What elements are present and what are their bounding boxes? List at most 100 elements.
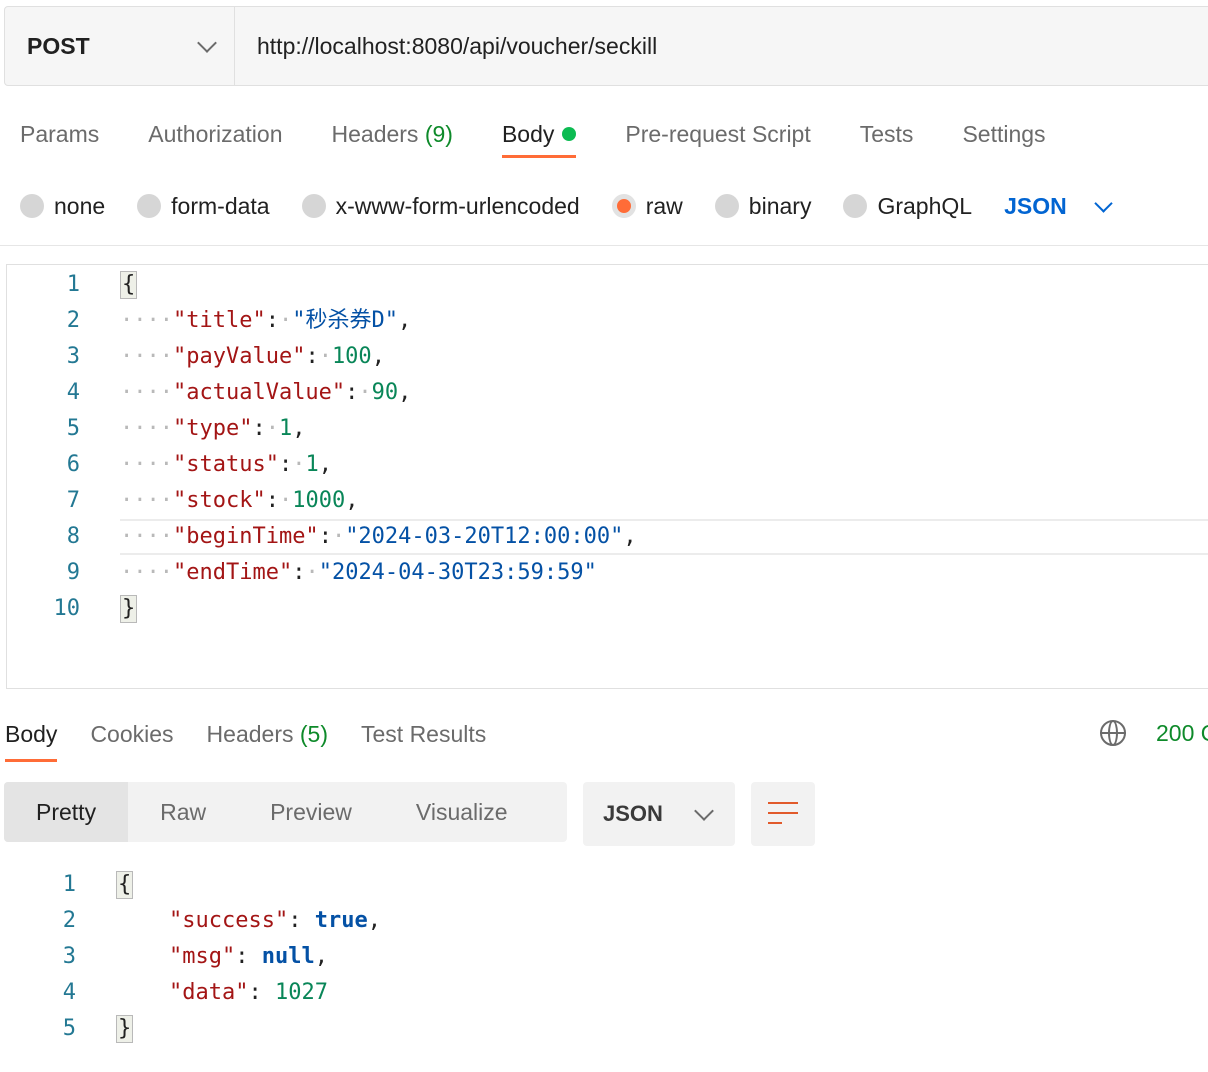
json-value: 90	[371, 380, 399, 405]
radio-binary[interactable]: binary	[714, 193, 811, 220]
line-number: 4	[62, 980, 76, 1005]
json-key: "endTime"	[172, 560, 293, 585]
view-preview[interactable]: Preview	[238, 782, 384, 842]
json-key: "actualValue"	[172, 380, 346, 405]
radio-x-www-form-urlencoded[interactable]: x-www-form-urlencoded	[301, 193, 580, 220]
response-tab-body[interactable]: Body	[5, 712, 58, 762]
chevron-down-icon	[694, 801, 714, 821]
response-tab-test-results[interactable]: Test Results	[361, 712, 486, 762]
line-number: 6	[66, 452, 80, 477]
code-line: "success": true,	[168, 908, 381, 933]
json-value: null	[261, 944, 315, 969]
open-brace: {	[120, 271, 138, 299]
chevron-down-icon	[197, 33, 217, 53]
radio-raw[interactable]: raw	[611, 193, 683, 220]
json-value: "2024-03-20T12:00:00"	[345, 524, 624, 549]
line-number: 8	[66, 524, 80, 549]
json-key: "msg"	[168, 944, 236, 969]
json-value: 1000	[292, 488, 346, 513]
json-value: true	[314, 908, 368, 933]
json-value: "2024-04-30T23:59:59"	[318, 560, 597, 585]
tab-pre-request-script[interactable]: Pre-request Script	[625, 110, 810, 158]
code-line: ····"type":·1,	[120, 416, 306, 441]
radio-circle[interactable]	[20, 194, 44, 218]
code-line: "msg": null,	[168, 944, 328, 969]
line-number: 4	[66, 380, 80, 405]
tab-headers[interactable]: Headers (9)	[332, 110, 453, 158]
code-line: ····"payValue":·100,	[120, 344, 385, 369]
close-brace: }	[120, 595, 138, 623]
response-tabs: Body Cookies Headers (5) Test Results	[5, 712, 519, 766]
json-separator: ,	[371, 344, 385, 369]
radio-circle-selected[interactable]	[611, 194, 636, 218]
json-key: "success"	[168, 908, 289, 933]
json-separator: ,	[345, 488, 359, 513]
request-body-editor[interactable]: 1 2 3 4 5 6 7 8 9 10 { ····"title":·"秒杀券…	[6, 264, 1208, 689]
response-tab-cookies[interactable]: Cookies	[90, 712, 173, 762]
response-headers-count: (5)	[299, 721, 328, 747]
json-separator: ,	[318, 452, 332, 477]
radio-none[interactable]: none	[20, 193, 105, 220]
line-number: 10	[53, 596, 81, 621]
view-pretty[interactable]: Pretty	[4, 782, 129, 842]
radio-circle[interactable]	[714, 194, 739, 218]
tab-settings[interactable]: Settings	[962, 110, 1045, 158]
radio-form-data[interactable]: form-data	[137, 193, 270, 220]
line-number: 7	[66, 488, 80, 513]
response-format-select[interactable]: JSON	[583, 782, 735, 846]
view-raw[interactable]: Raw	[128, 782, 238, 842]
json-key: "stock"	[172, 488, 266, 513]
code-line: ····"status":·1,	[120, 452, 332, 477]
body-modified-dot	[562, 127, 577, 141]
radio-circle[interactable]	[301, 194, 326, 218]
json-key: "title"	[172, 308, 266, 333]
body-format-select[interactable]: JSON	[1004, 193, 1113, 220]
line-number: 1	[66, 272, 80, 297]
code-line: ····"actualValue":·90,	[120, 380, 412, 405]
code-line: }	[116, 1011, 134, 1047]
json-separator: ,	[367, 908, 381, 933]
code-line: {	[116, 867, 134, 903]
code-line: "data": 1027	[168, 980, 328, 1005]
body-type-options: none form-data x-www-form-urlencoded raw…	[20, 186, 1113, 226]
tab-authorization[interactable]: Authorization	[148, 110, 282, 158]
line-number: 5	[66, 416, 80, 441]
code-line: ····"stock":·1000,	[120, 488, 359, 513]
line-number: 2	[66, 308, 80, 333]
request-tabs: Params Authorization Headers (9) Body Pr…	[20, 110, 1095, 170]
wrap-lines-button[interactable]	[751, 782, 815, 846]
url-input[interactable]: http://localhost:8080/api/voucher/seckil…	[235, 7, 657, 85]
chevron-down-icon	[1094, 193, 1113, 213]
json-key: "data"	[168, 980, 249, 1005]
code-line: {	[120, 267, 138, 303]
open-brace: {	[116, 871, 134, 899]
json-separator: ,	[292, 416, 306, 441]
code-line: ····"title":·"秒杀券D",	[120, 308, 412, 333]
globe-icon[interactable]	[1100, 720, 1126, 746]
json-separator: ,	[314, 944, 328, 969]
radio-circle[interactable]	[137, 194, 162, 218]
view-visualize[interactable]: Visualize	[384, 782, 540, 842]
radio-graphql[interactable]: GraphQL	[843, 193, 972, 220]
json-value: 100	[331, 344, 372, 369]
headers-count: (9)	[424, 121, 453, 147]
json-separator: ,	[397, 308, 412, 333]
response-tab-headers[interactable]: Headers (5)	[207, 712, 328, 762]
json-separator: ,	[398, 380, 412, 405]
line-number: 2	[62, 908, 76, 933]
tab-body[interactable]: Body	[501, 110, 577, 158]
line-number: 9	[66, 560, 80, 585]
tab-params[interactable]: Params	[20, 110, 99, 158]
close-brace: }	[116, 1015, 134, 1043]
method-select[interactable]: POST	[5, 7, 235, 85]
response-status: 200 O	[1156, 720, 1208, 746]
radio-circle[interactable]	[843, 194, 868, 218]
json-separator: ,	[623, 524, 637, 549]
tab-tests[interactable]: Tests	[860, 110, 914, 158]
code-line: ····"endTime":·"2024-04-30T23:59:59"	[120, 560, 597, 585]
line-number: 5	[62, 1016, 76, 1041]
json-value: 1	[278, 416, 293, 441]
line-number: 3	[66, 344, 80, 369]
request-url-bar: POST http://localhost:8080/api/voucher/s…	[4, 6, 1208, 86]
json-value: "秒杀券D"	[292, 308, 398, 333]
